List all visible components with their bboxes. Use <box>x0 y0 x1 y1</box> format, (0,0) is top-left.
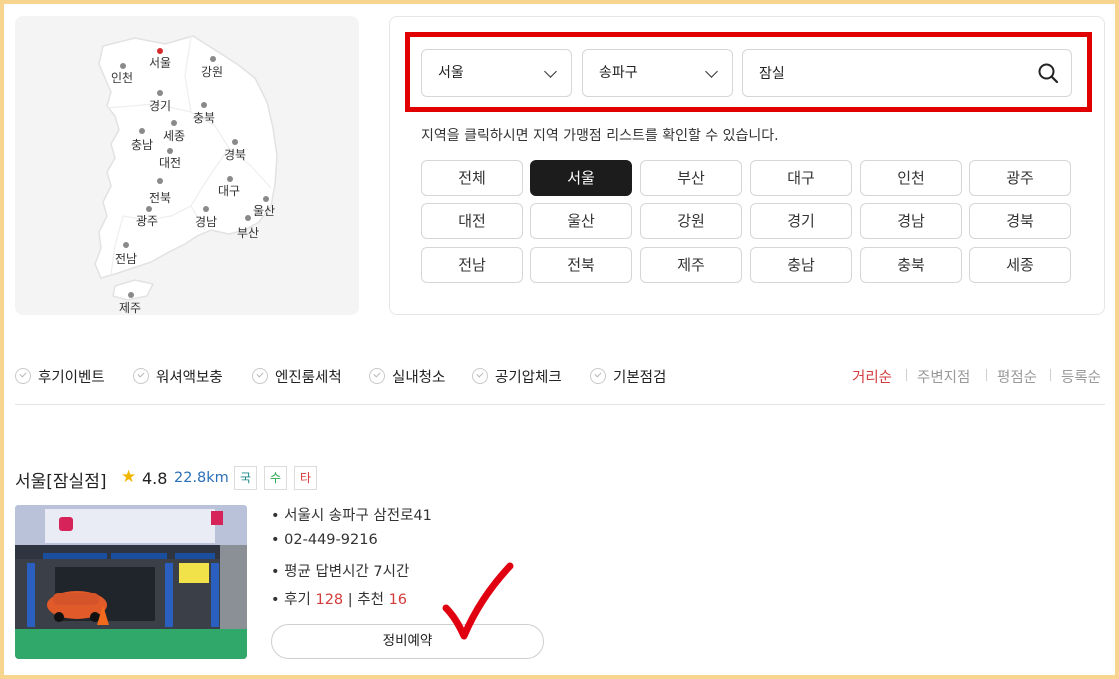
map-dot-jeju[interactable] <box>128 292 134 298</box>
map-dot-jeonbuk[interactable] <box>157 178 163 184</box>
service-badge: 수 <box>264 466 287 490</box>
region-button[interactable]: 경북 <box>969 203 1071 239</box>
region-button[interactable]: 제주 <box>640 247 742 283</box>
sort-option[interactable]: 주변지점 <box>917 366 970 387</box>
region-button[interactable]: 전북 <box>530 247 632 283</box>
check-circle-icon <box>472 368 488 384</box>
shop-phone-text: 02-449-9216 <box>284 532 378 548</box>
filter-checkbox[interactable]: 후기이벤트 <box>15 366 105 386</box>
review-label: 후기 <box>284 592 311 608</box>
map-label-daejeon[interactable]: 대전 <box>159 154 181 171</box>
region-button[interactable]: 경기 <box>750 203 852 239</box>
filter-label: 기본점검 <box>613 369 667 386</box>
region-button[interactable]: 울산 <box>530 203 632 239</box>
map-dot-sejong[interactable] <box>171 120 177 126</box>
check-circle-icon <box>369 368 385 384</box>
review-count[interactable]: 128 <box>315 592 343 608</box>
recommend-label: 추천 <box>357 592 384 608</box>
recommend-count: 16 <box>388 592 408 608</box>
map-dot-gyeonggi[interactable] <box>157 90 163 96</box>
region-button[interactable]: 경남 <box>860 203 962 239</box>
map-label-gyeonggi[interactable]: 경기 <box>149 97 171 114</box>
shop-phone: • 02-449-9216 <box>271 532 378 548</box>
shop-address-text: 서울시 송파구 삼전로41 <box>284 508 432 524</box>
region-button[interactable]: 광주 <box>969 160 1071 196</box>
map-dot-jeonnam[interactable] <box>123 242 129 248</box>
region-button[interactable]: 충남 <box>750 247 852 283</box>
map-label-sejong[interactable]: 세종 <box>163 127 185 144</box>
shop-rating: 4.8 <box>142 469 168 488</box>
region-button[interactable]: 대구 <box>750 160 852 196</box>
filter-label: 후기이벤트 <box>38 369 105 386</box>
search-highlight-annotation <box>405 32 1092 112</box>
map-dot-busan[interactable] <box>245 215 251 221</box>
service-badge: 국 <box>234 466 257 490</box>
map-label-chungnam[interactable]: 충남 <box>131 136 153 153</box>
sort-option[interactable]: 등록순 <box>1061 366 1101 387</box>
map-label-gyeongbuk[interactable]: 경북 <box>224 146 246 163</box>
region-button[interactable]: 전남 <box>421 247 523 283</box>
star-icon: ★ <box>121 467 137 487</box>
shop-avg-reply-text: 평균 답변시간 7시간 <box>284 564 410 580</box>
filter-checkbox[interactable]: 기본점검 <box>590 366 666 386</box>
list-divider <box>15 404 1105 405</box>
shop-name[interactable]: 서울[잠실점] <box>15 467 106 492</box>
check-circle-icon <box>590 368 606 384</box>
check-circle-icon <box>133 368 149 384</box>
sort-separator <box>1050 369 1051 381</box>
region-button[interactable]: 대전 <box>421 203 523 239</box>
map-label-gwangju[interactable]: 광주 <box>136 212 158 229</box>
map-label-daegu[interactable]: 대구 <box>218 182 240 199</box>
map-dot-chungbuk[interactable] <box>201 102 207 108</box>
map-label-incheon[interactable]: 인천 <box>111 69 133 86</box>
region-button[interactable]: 세종 <box>969 247 1071 283</box>
filter-checkbox[interactable]: 실내청소 <box>369 366 445 386</box>
shop-distance: 22.8km <box>174 470 229 486</box>
map-label-jeju[interactable]: 제주 <box>119 299 141 315</box>
sort-option[interactable]: 평점순 <box>997 366 1037 387</box>
sort-option[interactable]: 거리순 <box>852 366 892 387</box>
check-circle-icon <box>252 368 268 384</box>
region-hint-text: 지역을 클릭하시면 지역 가맹점 리스트를 확인할 수 있습니다. <box>421 128 779 144</box>
map-label-jeonbuk[interactable]: 전북 <box>149 189 171 206</box>
region-button[interactable]: 전체 <box>421 160 523 196</box>
filter-checkbox[interactable]: 공기압체크 <box>472 366 562 386</box>
map-label-gangwon[interactable]: 강원 <box>201 63 223 80</box>
check-circle-icon <box>15 368 31 384</box>
map-label-jeonnam[interactable]: 전남 <box>115 250 137 267</box>
shop-avg-reply: • 평균 답변시간 7시간 <box>271 564 410 580</box>
filter-label: 실내청소 <box>392 369 446 386</box>
red-checkmark-annotation <box>442 562 514 640</box>
map-label-gyeongnam[interactable]: 경남 <box>195 213 217 230</box>
filter-label: 엔진룸세척 <box>275 369 342 386</box>
map-label-busan[interactable]: 부산 <box>237 224 259 241</box>
map-dot-gyeongnam[interactable] <box>203 206 209 212</box>
map-label-seoul[interactable]: 서울 <box>149 54 171 71</box>
service-badge: 타 <box>294 466 317 490</box>
map-label-ulsan[interactable]: 울산 <box>253 202 275 219</box>
region-button[interactable]: 인천 <box>860 160 962 196</box>
region-button[interactable]: 충북 <box>860 247 962 283</box>
map-dot-gangwon[interactable] <box>210 56 216 62</box>
filter-checkbox[interactable]: 워셔액보충 <box>133 366 223 386</box>
filter-label: 공기압체크 <box>495 369 562 386</box>
garage-photo-illustration <box>15 505 247 659</box>
region-button[interactable]: 서울 <box>530 160 632 196</box>
map-label-chungbuk[interactable]: 충북 <box>193 109 215 126</box>
map-dot-chungnam[interactable] <box>139 128 145 134</box>
korea-map-shape <box>94 35 278 301</box>
shop-address: • 서울시 송파구 삼전로41 <box>271 508 432 524</box>
shop-photo[interactable] <box>15 505 247 659</box>
region-button[interactable]: 강원 <box>640 203 742 239</box>
map-dot-gyeongbuk[interactable] <box>232 139 238 145</box>
korea-region-map[interactable]: 서울 인천 강원 경기 충북 세종 충남 대전 경북 전북 대구 울산 광주 경… <box>15 16 359 315</box>
sort-separator <box>986 369 987 381</box>
sort-separator <box>906 369 907 381</box>
filter-checkbox[interactable]: 엔진룸세척 <box>252 366 342 386</box>
filter-label: 워셔액보충 <box>156 369 223 386</box>
shop-review-stats: • 후기 128 | 추천 16 <box>271 592 408 608</box>
region-button[interactable]: 부산 <box>640 160 742 196</box>
